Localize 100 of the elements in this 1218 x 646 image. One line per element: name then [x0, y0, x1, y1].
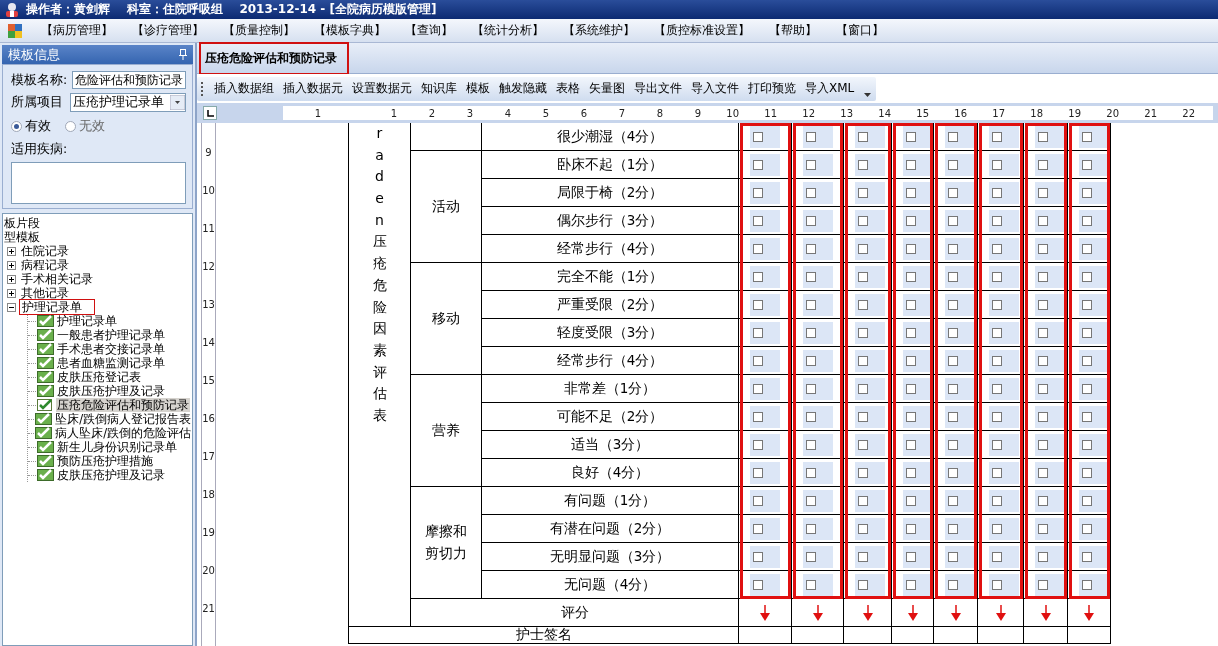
checkbox[interactable] [1035, 461, 1065, 484]
checkbox[interactable] [989, 181, 1019, 204]
checkbox[interactable] [855, 321, 885, 344]
checkbox[interactable] [1079, 433, 1109, 456]
checkbox[interactable] [750, 181, 780, 204]
checkbox[interactable] [1035, 265, 1065, 288]
checkbox[interactable] [855, 461, 885, 484]
tree-item[interactable]: 新生儿身份识别记录单 [56, 440, 178, 454]
disease-textarea[interactable] [11, 162, 186, 204]
checkbox[interactable] [989, 517, 1019, 540]
checkbox[interactable] [945, 517, 975, 540]
checkbox[interactable] [750, 209, 780, 232]
checkbox[interactable] [945, 349, 975, 372]
menu-item[interactable]: 【帮助】 [769, 22, 817, 39]
checkbox[interactable] [803, 517, 833, 540]
checkbox[interactable] [945, 265, 975, 288]
checkbox[interactable] [855, 293, 885, 316]
checkbox[interactable] [1035, 545, 1065, 568]
tree-item[interactable]: 皮肤压疮护理及记录 [56, 384, 166, 398]
toolbar-button[interactable]: 模板 [466, 80, 490, 97]
toolbar-button[interactable]: 插入数据组 [214, 80, 274, 97]
checkbox[interactable] [989, 321, 1019, 344]
checkbox[interactable] [945, 489, 975, 512]
checkbox[interactable] [1035, 573, 1065, 596]
menu-item[interactable]: 【诊疗管理】 [132, 22, 204, 39]
checkbox[interactable] [903, 433, 933, 456]
tree-item[interactable]: 坠床/跌倒病人登记报告表 [54, 412, 192, 426]
checkbox[interactable] [803, 237, 833, 260]
checkbox[interactable] [1035, 125, 1065, 148]
checkbox[interactable] [1035, 237, 1065, 260]
checkbox[interactable] [945, 125, 975, 148]
checkbox[interactable] [903, 321, 933, 344]
tree-item[interactable]: 压疮危险评估和预防记录 [56, 398, 190, 412]
checkbox[interactable] [903, 377, 933, 400]
checkbox[interactable] [855, 573, 885, 596]
tree-item[interactable]: 病人坠床/跌倒的危险评估 [54, 426, 192, 440]
checkbox[interactable] [750, 321, 780, 344]
checkbox[interactable] [803, 573, 833, 596]
checkbox[interactable] [855, 209, 885, 232]
checkbox[interactable] [945, 237, 975, 260]
toolbar-button[interactable]: 设置数据元 [352, 80, 412, 97]
pin-icon[interactable] [179, 49, 187, 60]
tree-item[interactable]: 型模板 [3, 230, 41, 244]
toolbar-button[interactable]: 导出文件 [634, 80, 682, 97]
checkbox[interactable] [945, 181, 975, 204]
checkbox[interactable] [1035, 405, 1065, 428]
checkbox[interactable] [1079, 181, 1109, 204]
checkbox[interactable] [989, 293, 1019, 316]
checkbox[interactable] [989, 265, 1019, 288]
tree-item[interactable]: 其他记录 [20, 286, 70, 300]
checkbox[interactable] [750, 405, 780, 428]
checkbox[interactable] [903, 517, 933, 540]
tree-item[interactable]: 手术相关记录 [20, 272, 94, 286]
checkbox[interactable] [750, 125, 780, 148]
checkbox[interactable] [1079, 237, 1109, 260]
checkbox[interactable] [1035, 349, 1065, 372]
checkbox[interactable] [1079, 293, 1109, 316]
checkbox[interactable] [945, 377, 975, 400]
checkbox[interactable] [989, 545, 1019, 568]
checkbox[interactable] [945, 573, 975, 596]
checkbox[interactable] [903, 405, 933, 428]
checkbox[interactable] [903, 209, 933, 232]
checkbox[interactable] [989, 405, 1019, 428]
checkbox[interactable] [1079, 461, 1109, 484]
checkbox[interactable] [1079, 405, 1109, 428]
checkbox[interactable] [803, 349, 833, 372]
checkbox[interactable] [1079, 321, 1109, 344]
checkbox[interactable] [855, 433, 885, 456]
checkbox[interactable] [803, 265, 833, 288]
checkbox[interactable] [989, 125, 1019, 148]
name-input[interactable]: 危险评估和预防记录 [71, 71, 186, 89]
tab-stop-icon[interactable] [203, 106, 217, 120]
vertical-ruler[interactable]: 9 10 11 12 13 14 15 16 17 18 19 20 21 [201, 123, 216, 646]
checkbox[interactable] [855, 545, 885, 568]
checkbox[interactable] [855, 377, 885, 400]
tree-item[interactable]: 一般患者护理记录单 [56, 328, 166, 342]
checkbox[interactable] [803, 153, 833, 176]
checkbox[interactable] [750, 461, 780, 484]
checkbox[interactable] [803, 209, 833, 232]
checkbox[interactable] [855, 237, 885, 260]
toolbar-button[interactable]: 表格 [556, 80, 580, 97]
checkbox[interactable] [1079, 209, 1109, 232]
tree-item[interactable]: 病程记录 [20, 258, 70, 272]
checkbox[interactable] [903, 237, 933, 260]
dropdown-arrow-icon[interactable] [170, 95, 185, 110]
checkbox[interactable] [750, 433, 780, 456]
checkbox[interactable] [750, 377, 780, 400]
checkbox[interactable] [750, 517, 780, 540]
checkbox[interactable] [803, 461, 833, 484]
checkbox[interactable] [1079, 349, 1109, 372]
menu-item[interactable]: 【系统维护】 [563, 22, 635, 39]
checkbox[interactable] [750, 573, 780, 596]
checkbox[interactable] [903, 461, 933, 484]
checkbox[interactable] [945, 153, 975, 176]
checkbox[interactable] [1079, 517, 1109, 540]
checkbox[interactable] [945, 293, 975, 316]
checkbox[interactable] [903, 153, 933, 176]
checkbox[interactable] [1035, 433, 1065, 456]
radio-button[interactable] [11, 121, 22, 132]
toolbar-button[interactable]: 触发隐藏 [499, 80, 547, 97]
